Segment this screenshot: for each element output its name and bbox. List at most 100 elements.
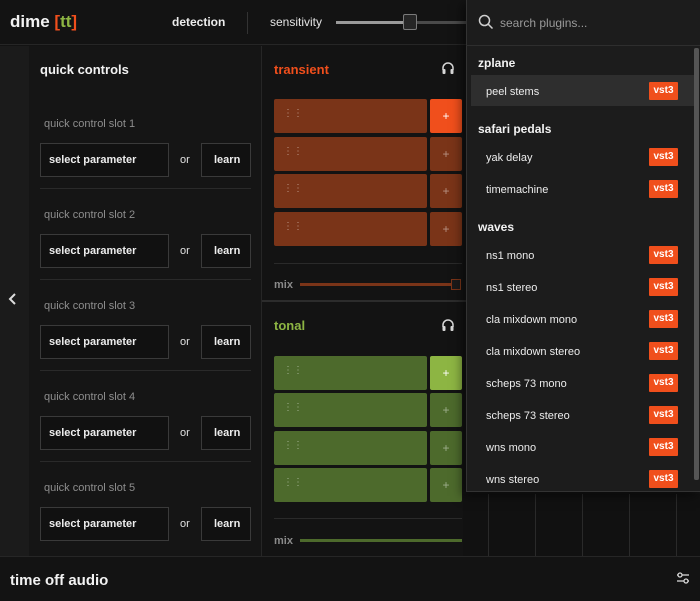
transient-add-button[interactable]: + [430, 212, 462, 246]
or-text: or [180, 427, 190, 439]
plugin-item-clipped[interactable]: wns stereo vst3 [471, 463, 694, 491]
gridline [535, 494, 536, 556]
slot-label: quick control slot 1 [44, 118, 136, 130]
gridline [488, 494, 489, 556]
gridline [629, 494, 630, 556]
learn-button[interactable]: learn [201, 143, 251, 177]
plugin-name: timemachine [486, 184, 549, 196]
slot-label: quick control slot 2 [44, 209, 136, 221]
search-icon [478, 14, 494, 30]
slot-divider [40, 461, 251, 462]
panel-divider [262, 300, 466, 302]
slot-divider [40, 370, 251, 371]
vst3-badge: vst3 [649, 406, 678, 424]
vendor-heading: safari pedals [478, 122, 552, 136]
dropdown-scrollbar-thumb[interactable] [694, 48, 699, 480]
select-parameter-button[interactable]: select parameter [40, 416, 169, 450]
learn-button[interactable]: learn [201, 416, 251, 450]
tonal-band[interactable]: ⋮⋮ [274, 356, 427, 390]
logo-name: dime [10, 12, 50, 31]
tonal-title: tonal [274, 318, 306, 333]
transient-band[interactable]: ⋮⋮ [274, 137, 427, 171]
slot-divider [40, 188, 251, 189]
quick-controls-title: quick controls [40, 62, 129, 77]
transient-mix-thumb[interactable] [451, 279, 461, 290]
transient-band[interactable]: ⋮⋮ [274, 174, 427, 208]
transient-add-button[interactable]: + [430, 174, 462, 208]
tonal-mix-slider[interactable] [300, 539, 462, 542]
learn-button[interactable]: learn [201, 234, 251, 268]
gridline [582, 494, 583, 556]
logo-bracket-close: ] [71, 12, 78, 31]
select-parameter-button[interactable]: select parameter [40, 507, 169, 541]
tonal-add-button[interactable]: + [430, 431, 462, 465]
select-parameter-button[interactable]: select parameter [40, 234, 169, 268]
tonal-add-button[interactable]: + [430, 356, 462, 390]
plugin-name: cla mixdown stereo [486, 346, 581, 358]
plugin-name: wns stereo [486, 474, 540, 486]
logo-tt: tt [60, 12, 72, 31]
vst3-badge: vst3 [649, 470, 678, 488]
transient-title: transient [274, 62, 329, 77]
transient-mix-label: mix [274, 279, 293, 291]
or-text: or [180, 154, 190, 166]
transient-band[interactable]: ⋮⋮ [274, 99, 427, 133]
transient-add-button[interactable]: + [430, 99, 462, 133]
select-parameter-button[interactable]: select parameter [40, 325, 169, 359]
or-text: or [180, 336, 190, 348]
headphones-icon[interactable] [441, 61, 455, 75]
vendor-heading: waves [478, 220, 515, 234]
vst3-badge: vst3 [649, 246, 678, 264]
vst3-badge: vst3 [649, 374, 678, 392]
vst3-badge: vst3 [649, 82, 678, 100]
drag-handle-icon[interactable]: ⋮⋮ [283, 441, 303, 451]
headphones-icon[interactable] [441, 318, 455, 332]
transient-mix-slider[interactable] [300, 283, 458, 286]
drag-handle-icon[interactable]: ⋮⋮ [283, 366, 303, 376]
drag-handle-icon[interactable]: ⋮⋮ [283, 184, 303, 194]
slot-label: quick control slot 3 [44, 300, 136, 312]
drag-handle-icon[interactable]: ⋮⋮ [283, 478, 303, 488]
tonal-band[interactable]: ⋮⋮ [274, 431, 427, 465]
tonal-add-button[interactable]: + [430, 468, 462, 502]
vst3-badge: vst3 [649, 278, 678, 296]
vst3-badge: vst3 [649, 310, 678, 328]
vst3-badge: vst3 [649, 180, 678, 198]
header-divider [247, 12, 248, 34]
tonal-band[interactable]: ⋮⋮ [274, 393, 427, 427]
tonal-band[interactable]: ⋮⋮ [274, 468, 427, 502]
gridline [676, 494, 677, 556]
sensitivity-slider-fill [336, 21, 410, 24]
sensitivity-slider-thumb[interactable] [403, 14, 417, 30]
plugin-name: scheps 73 mono [486, 378, 567, 390]
vendor-heading: zplane [478, 56, 516, 70]
vst3-badge: vst3 [649, 438, 678, 456]
tab-detection[interactable]: detection [172, 15, 225, 29]
drag-handle-icon[interactable]: ⋮⋮ [283, 403, 303, 413]
vst3-badge: vst3 [649, 148, 678, 166]
drag-handle-icon[interactable]: ⋮⋮ [283, 147, 303, 157]
plugin-name: ns1 stereo [486, 282, 538, 294]
plugin-name: cla mixdown mono [486, 314, 578, 326]
section-divider [274, 263, 462, 264]
transient-band[interactable]: ⋮⋮ [274, 212, 427, 246]
sensitivity-label: sensitivity [270, 15, 323, 29]
tonal-add-button[interactable]: + [430, 393, 462, 427]
transient-add-button[interactable]: + [430, 137, 462, 171]
chevron-left-icon[interactable] [8, 292, 18, 308]
drag-handle-icon[interactable]: ⋮⋮ [283, 222, 303, 232]
select-parameter-button[interactable]: select parameter [40, 143, 169, 177]
sliders-icon[interactable] [676, 571, 690, 585]
app-logo: dime [tt] [10, 12, 77, 32]
vst3-badge: vst3 [649, 342, 678, 360]
slot-label: quick control slot 4 [44, 391, 136, 403]
slot-label: quick control slot 5 [44, 482, 136, 494]
or-text: or [180, 518, 190, 530]
plugin-name: ns1 mono [486, 250, 535, 262]
footer-brand: time off audio [10, 572, 109, 589]
learn-button[interactable]: learn [201, 507, 251, 541]
learn-button[interactable]: learn [201, 325, 251, 359]
plugin-name: peel stems [486, 86, 540, 98]
drag-handle-icon[interactable]: ⋮⋮ [283, 109, 303, 119]
plugin-search-input[interactable] [500, 13, 680, 33]
